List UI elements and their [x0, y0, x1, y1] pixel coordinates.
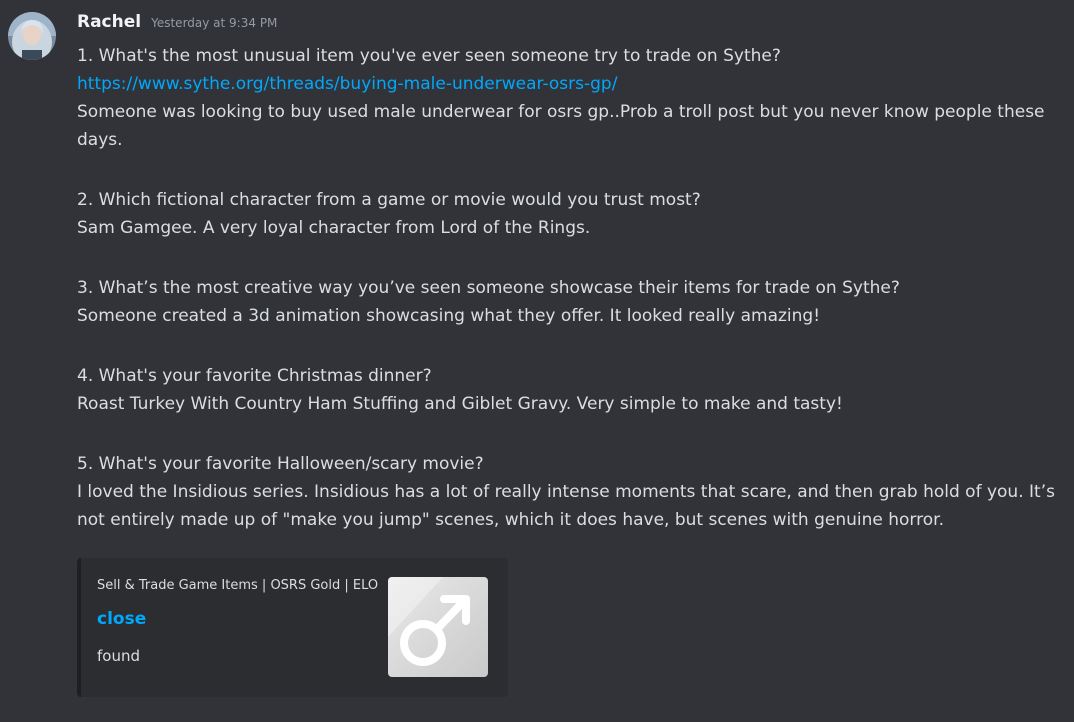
question-5: 5. What's your favorite Halloween/scary … [77, 454, 484, 474]
answer-4: Roast Turkey With Country Ham Stuffing a… [77, 394, 843, 414]
embed-title-link[interactable]: close [97, 609, 146, 629]
question-1: 1. What's the most unusual item you've e… [77, 46, 781, 66]
question-4: 4. What's your favorite Christmas dinner… [77, 366, 432, 386]
user-avatar[interactable] [8, 12, 56, 60]
thread-link[interactable]: https://www.sythe.org/threads/buying-mal… [77, 74, 617, 94]
chat-message: Rachel Yesterday at 9:34 PM 1. What's th… [0, 0, 1074, 722]
answer-2: Sam Gamgee. A very loyal character from … [77, 218, 591, 238]
link-embed: Sell & Trade Game Items | OSRS Gold | EL… [77, 558, 508, 697]
embed-description: found [97, 647, 140, 665]
male-symbol-icon[interactable] [388, 577, 488, 677]
answer-3: Someone created a 3d animation showcasin… [77, 306, 821, 326]
author-name[interactable]: Rachel [77, 12, 141, 32]
message-timestamp: Yesterday at 9:34 PM [151, 16, 278, 30]
message-content: 1. What's the most unusual item you've e… [77, 42, 1057, 534]
embed-provider: Sell & Trade Game Items | OSRS Gold | EL… [97, 578, 379, 593]
question-2: 2. Which fictional character from a game… [77, 190, 701, 210]
message-header: Rachel Yesterday at 9:34 PM [77, 12, 277, 36]
answer-1: Someone was looking to buy used male und… [77, 102, 1045, 150]
answer-5: I loved the Insidious series. Insidious … [77, 482, 1055, 530]
question-3: 3. What’s the most creative way you’ve s… [77, 278, 900, 298]
